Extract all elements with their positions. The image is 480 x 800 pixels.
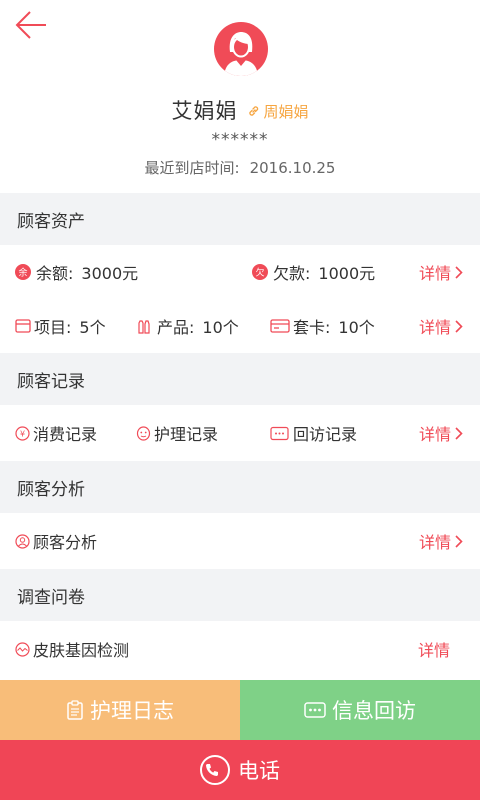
balance-cell: 余 余额: 3000元: [15, 260, 138, 284]
calendar-icon: [15, 318, 31, 334]
name-row: 艾娟娟 周娟娟: [0, 95, 480, 125]
records-detail-link[interactable]: 详情: [419, 421, 463, 445]
care-record[interactable]: 护理记录: [136, 421, 218, 445]
last-visit-date: 2016.10.25: [249, 159, 336, 177]
detail-label: 详情: [418, 533, 451, 552]
balance-value: 3000元: [81, 264, 139, 283]
skin-gene-test-label: 皮肤基因检测: [33, 641, 130, 660]
detail-label: 详情: [418, 425, 451, 444]
nickname: 周娟娟: [263, 102, 309, 121]
last-visit: 最近到店时间: 2016.10.25: [0, 157, 480, 178]
debt-badge-icon: 欠: [252, 264, 268, 280]
card-icon: [270, 318, 290, 334]
clipboard-icon: [67, 700, 83, 720]
link-icon: [249, 106, 259, 116]
detail-label: 详情: [418, 264, 451, 283]
customer-name: 艾娟娟: [171, 99, 238, 123]
consume-record-label: 消费记录: [33, 425, 98, 444]
revisit-record[interactable]: 回访记录: [270, 421, 357, 445]
call-button[interactable]: 电话: [0, 740, 480, 800]
debt-value: 1000元: [318, 264, 376, 283]
project-label: 项目:: [34, 318, 72, 337]
card-label: 套卡:: [293, 318, 331, 337]
section-records-title: 顾客记录: [0, 353, 480, 405]
customer-analysis-label: 顾客分析: [33, 533, 98, 552]
balance-detail-link[interactable]: 详情: [419, 260, 463, 284]
back-button[interactable]: [14, 10, 48, 40]
message-dots-icon: [304, 702, 326, 718]
back-arrow-icon: [15, 11, 46, 39]
chevron-right-icon: [455, 265, 463, 279]
care-log-label: 护理日志: [90, 699, 174, 723]
revisit-record-label: 回访记录: [293, 425, 358, 444]
svg-text:¥: ¥: [20, 429, 25, 438]
bottom-actions: 护理日志 信息回访 电话: [0, 680, 480, 800]
info-revisit-label: 信息回访: [332, 699, 416, 723]
product-value: 10个: [202, 318, 239, 337]
analysis-row: 顾客分析 详情: [0, 513, 480, 569]
female-avatar-icon: [224, 32, 258, 76]
user-circle-icon: [15, 533, 30, 549]
product-label: 产品:: [157, 318, 195, 337]
balance-badge-icon: 余: [15, 264, 31, 280]
avatar: [214, 22, 268, 76]
customer-header: 艾娟娟 周娟娟 ****** 最近到店时间: 2016.10.25: [0, 0, 480, 193]
assets-balance-row: 余 余额: 3000元 欠 欠款: 1000元 详情: [0, 245, 480, 299]
project-cell: 项目: 5个: [15, 314, 106, 338]
project-value: 5个: [79, 318, 106, 337]
section-survey-title: 调查问卷: [0, 569, 480, 621]
bottles-icon: [136, 318, 152, 334]
detail-label: 详情: [418, 318, 451, 337]
debt-label: 欠款:: [273, 264, 311, 283]
survey-detail-link[interactable]: 详情: [418, 637, 450, 661]
section-analysis-title: 顾客分析: [0, 461, 480, 513]
chevron-right-icon: [455, 534, 463, 548]
call-label: 电话: [238, 759, 280, 783]
product-cell: 产品: 10个: [136, 314, 239, 338]
card-value: 10个: [338, 318, 375, 337]
message-dots-icon: [270, 426, 289, 441]
action-row: 护理日志 信息回访: [0, 680, 480, 740]
svg-text:欠: 欠: [255, 267, 264, 279]
chevron-right-icon: [455, 426, 463, 440]
pulse-circle-icon: [15, 641, 30, 657]
last-visit-label: 最近到店时间:: [144, 159, 240, 177]
section-assets-title: 顾客资产: [0, 193, 480, 245]
chevron-right-icon: [455, 319, 463, 333]
skin-gene-test-item[interactable]: 皮肤基因检测: [15, 637, 129, 661]
records-row: ¥ 消费记录 护理记录 回访记录 详情: [0, 405, 480, 461]
info-revisit-button[interactable]: 信息回访: [240, 680, 480, 740]
consume-record[interactable]: ¥ 消费记录: [15, 421, 97, 445]
nickname-link[interactable]: 周娟娟: [247, 101, 309, 122]
masked-phone: ******: [211, 130, 269, 150]
assets-items-row: 项目: 5个 产品: 10个 套卡: 10个 详情: [0, 299, 480, 353]
customer-analysis-item[interactable]: 顾客分析: [15, 529, 97, 553]
items-detail-link[interactable]: 详情: [419, 314, 463, 338]
survey-row: 皮肤基因检测 详情: [0, 621, 480, 677]
detail-label: 详情: [417, 641, 450, 660]
analysis-detail-link[interactable]: 详情: [419, 529, 463, 553]
care-record-label: 护理记录: [154, 425, 219, 444]
card-cell: 套卡: 10个: [270, 314, 375, 338]
phone-icon: [200, 755, 230, 785]
debt-cell: 欠 欠款: 1000元: [252, 260, 375, 284]
care-log-button[interactable]: 护理日志: [0, 680, 240, 740]
yen-coin-icon: ¥: [15, 425, 30, 441]
svg-text:余: 余: [18, 267, 27, 279]
face-icon: [136, 425, 151, 441]
balance-label: 余额:: [36, 264, 74, 283]
